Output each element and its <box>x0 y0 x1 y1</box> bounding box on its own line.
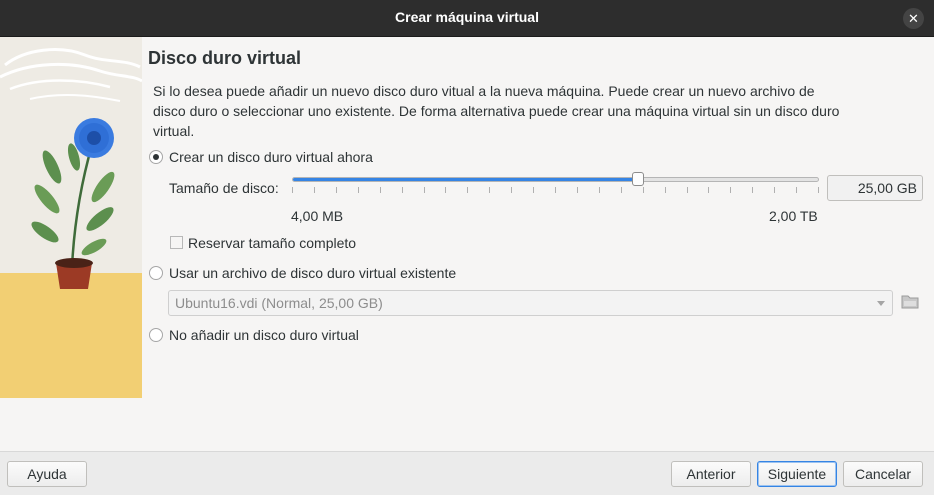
use-existing-disk-label: Usar un archivo de disco duro virtual ex… <box>169 265 457 281</box>
slider-tick <box>467 187 468 193</box>
slider-tick <box>796 187 797 193</box>
window-title: Crear máquina virtual <box>395 9 539 25</box>
use-existing-disk-radio[interactable] <box>149 266 163 280</box>
disk-size-label: Tamaño de disco: <box>169 180 279 196</box>
slider-tick <box>643 187 644 193</box>
disk-size-slider-handle[interactable] <box>632 172 645 186</box>
slider-tick <box>708 187 709 193</box>
wizard-page: Disco duro virtual Si lo desea puede aña… <box>0 37 934 451</box>
slider-tick <box>533 187 534 193</box>
chevron-down-icon <box>877 301 885 306</box>
close-icon[interactable]: ✕ <box>903 8 924 29</box>
page-title: Disco duro virtual <box>148 48 302 68</box>
slider-tick <box>687 187 688 193</box>
existing-disk-select[interactable]: Ubuntu16.vdi (Normal, 25,00 GB) <box>168 290 893 316</box>
slider-tick <box>577 187 578 193</box>
next-button[interactable]: Siguiente <box>757 461 837 487</box>
title-bar: Crear máquina virtual ✕ <box>0 0 934 37</box>
disk-size-min-label: 4,00 MB <box>291 208 344 224</box>
disk-size-slider[interactable] <box>292 177 819 182</box>
slider-tick <box>555 187 556 193</box>
slider-tick <box>752 187 753 193</box>
slider-tick <box>292 187 293 193</box>
slider-tick <box>336 187 337 193</box>
slider-tick <box>380 187 381 193</box>
wizard-illustration <box>0 37 142 398</box>
slider-tick <box>818 187 819 193</box>
no-disk-radio[interactable] <box>149 328 163 342</box>
disk-size-slider-ticks <box>292 187 819 195</box>
cancel-button[interactable]: Cancelar <box>843 461 923 487</box>
help-button[interactable]: Ayuda <box>7 461 87 487</box>
disk-size-max-label: 2,00 TB <box>769 208 818 224</box>
slider-tick <box>489 187 490 193</box>
slider-tick <box>665 187 666 193</box>
disk-size-input[interactable]: 25,00 GB <box>827 175 923 201</box>
back-button[interactable]: Anterior <box>671 461 751 487</box>
slider-tick <box>424 187 425 193</box>
disk-size-slider-fill <box>293 178 638 181</box>
slider-tick <box>599 187 600 193</box>
slider-tick <box>730 187 731 193</box>
create-new-disk-label: Crear un disco duro virtual ahora <box>169 149 373 165</box>
reserve-full-size-label: Reservar tamaño completo <box>188 235 357 251</box>
slider-tick <box>402 187 403 193</box>
slider-tick <box>445 187 446 193</box>
slider-tick <box>358 187 359 193</box>
button-bar: Ayuda Anterior Siguiente Cancelar <box>0 451 934 495</box>
page-description: Si lo desea puede añadir un nuevo disco … <box>153 83 840 139</box>
slider-tick <box>511 187 512 193</box>
existing-disk-selected: Ubuntu16.vdi (Normal, 25,00 GB) <box>175 295 383 311</box>
create-new-disk-option[interactable]: Crear un disco duro virtual ahora <box>149 149 373 165</box>
no-disk-label: No añadir un disco duro virtual <box>169 327 359 343</box>
slider-tick <box>774 187 775 193</box>
no-disk-option[interactable]: No añadir un disco duro virtual <box>149 327 359 343</box>
slider-tick <box>621 187 622 193</box>
create-new-disk-radio[interactable] <box>149 150 163 164</box>
folder-icon[interactable] <box>901 293 919 309</box>
slider-tick <box>314 187 315 193</box>
reserve-full-size-checkbox[interactable] <box>170 236 183 249</box>
use-existing-disk-option[interactable]: Usar un archivo de disco duro virtual ex… <box>149 265 456 281</box>
